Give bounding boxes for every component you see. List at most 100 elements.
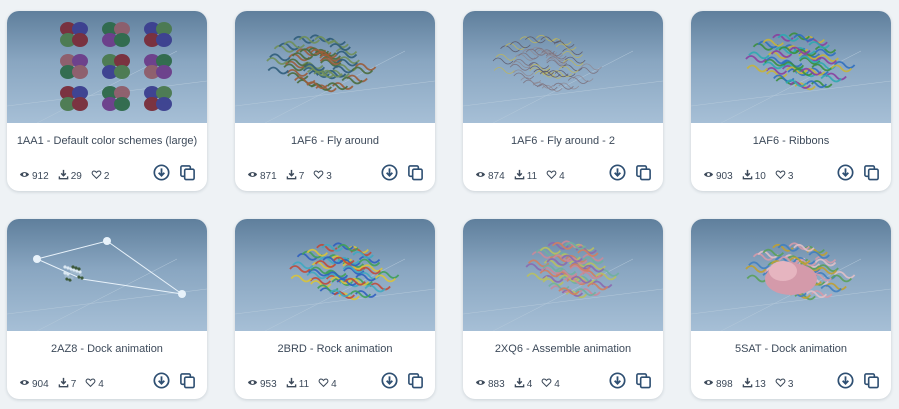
project-thumbnail[interactable] [691,219,891,331]
heart-icon[interactable] [85,377,98,391]
likes-count: 4 [98,378,104,390]
eye-icon [247,169,260,183]
project-card[interactable]: 1AF6 - Fly around 871 7 3 [235,11,435,191]
copy-button[interactable] [405,165,425,185]
project-stats: 874 11 4 [475,169,574,183]
heart-icon[interactable] [91,169,104,183]
project-card[interactable]: 1AF6 - Ribbons 903 10 3 [691,11,891,191]
copy-icon[interactable] [407,164,424,186]
copy-button[interactable] [177,373,197,393]
copy-icon[interactable] [863,164,880,186]
project-card[interactable]: 2BRD - Rock animation 953 11 4 [235,219,435,399]
likes-stat[interactable]: 4 [318,377,337,391]
views-stat: 912 [19,169,49,183]
download-count-icon [514,169,527,183]
download-button[interactable] [607,164,627,186]
downloads-stat: 4 [514,377,532,391]
project-thumbnail[interactable] [691,11,891,123]
project-title[interactable]: 2AZ8 - Dock animation [7,343,207,355]
eye-icon [475,169,488,183]
copy-button[interactable] [861,165,881,185]
project-thumbnail[interactable] [235,11,435,123]
project-stats: 904 7 4 [19,377,113,391]
download-circle-icon[interactable] [836,372,854,394]
project-thumbnail[interactable] [463,219,663,331]
copy-icon[interactable] [179,164,196,186]
likes-stat[interactable]: 3 [775,377,794,391]
copy-icon[interactable] [635,164,652,186]
eye-icon [19,377,32,391]
heart-icon[interactable] [546,169,559,183]
likes-stat[interactable]: 4 [85,377,104,391]
copy-icon[interactable] [635,372,652,394]
download-circle-icon[interactable] [152,372,170,394]
download-button[interactable] [607,372,627,394]
views-stat: 874 [475,169,505,183]
copy-button[interactable] [633,165,653,185]
heart-icon[interactable] [318,377,331,391]
views-stat: 903 [703,169,733,183]
copy-button[interactable] [633,373,653,393]
views-count: 904 [32,378,49,390]
project-card[interactable]: 5SAT - Dock animation 898 13 3 [691,219,891,399]
copy-icon[interactable] [407,372,424,394]
heart-icon[interactable] [313,169,326,183]
copy-button[interactable] [405,373,425,393]
likes-count: 3 [787,378,794,390]
download-button[interactable] [835,164,855,186]
downloads-count: 29 [70,170,82,182]
likes-stat[interactable]: 3 [775,169,794,183]
download-button[interactable] [835,372,855,394]
download-button[interactable] [151,164,171,186]
copy-button[interactable] [177,165,197,185]
card-actions [373,372,425,394]
project-thumbnail[interactable] [463,11,663,123]
downloads-stat: 13 [742,377,766,391]
project-title[interactable]: 1AF6 - Fly around - 2 [463,135,663,147]
project-title[interactable]: 2XQ6 - Assemble animation [463,343,663,355]
download-button[interactable] [151,372,171,394]
copy-icon[interactable] [179,372,196,394]
download-circle-icon[interactable] [380,164,398,186]
eye-icon [19,169,32,183]
likes-stat[interactable]: 3 [313,169,332,183]
download-button[interactable] [379,372,399,394]
likes-count: 3 [787,170,794,182]
project-card[interactable]: 2XQ6 - Assemble animation 883 4 4 [463,219,663,399]
eye-icon [703,169,716,183]
eye-icon [475,377,488,391]
project-card[interactable]: 1AF6 - Fly around - 2 874 11 4 [463,11,663,191]
project-card[interactable]: 1AA1 - Default color schemes (large) 912 2… [7,11,207,191]
copy-button[interactable] [861,373,881,393]
download-button[interactable] [379,164,399,186]
download-circle-icon[interactable] [152,164,170,186]
project-title[interactable]: 2BRD - Rock animation [235,343,435,355]
project-title[interactable]: 1AA1 - Default color schemes (large) [7,135,207,147]
card-actions [145,164,197,186]
project-stats: 912 29 2 [19,169,118,183]
copy-icon[interactable] [863,372,880,394]
card-actions [829,164,881,186]
likes-stat[interactable]: 2 [91,169,109,183]
project-thumbnail[interactable] [7,219,207,331]
download-circle-icon[interactable] [380,372,398,394]
heart-icon[interactable] [775,377,788,391]
project-card[interactable]: 2AZ8 - Dock animation 904 7 4 [7,219,207,399]
project-thumbnail[interactable] [235,219,435,331]
heart-icon[interactable] [775,169,788,183]
likes-count: 4 [559,170,565,182]
downloads-count: 11 [298,378,310,390]
likes-stat[interactable]: 4 [541,377,560,391]
project-thumbnail[interactable] [7,11,207,123]
project-title[interactable]: 5SAT - Dock animation [691,343,891,355]
downloads-stat: 7 [286,169,304,183]
likes-stat[interactable]: 4 [546,169,565,183]
download-circle-icon[interactable] [836,164,854,186]
download-circle-icon[interactable] [608,372,626,394]
download-circle-icon[interactable] [608,164,626,186]
project-title[interactable]: 1AF6 - Fly around [235,135,435,147]
card-actions [601,164,653,186]
heart-icon[interactable] [541,377,554,391]
project-title[interactable]: 1AF6 - Ribbons [691,135,891,147]
card-actions [601,372,653,394]
